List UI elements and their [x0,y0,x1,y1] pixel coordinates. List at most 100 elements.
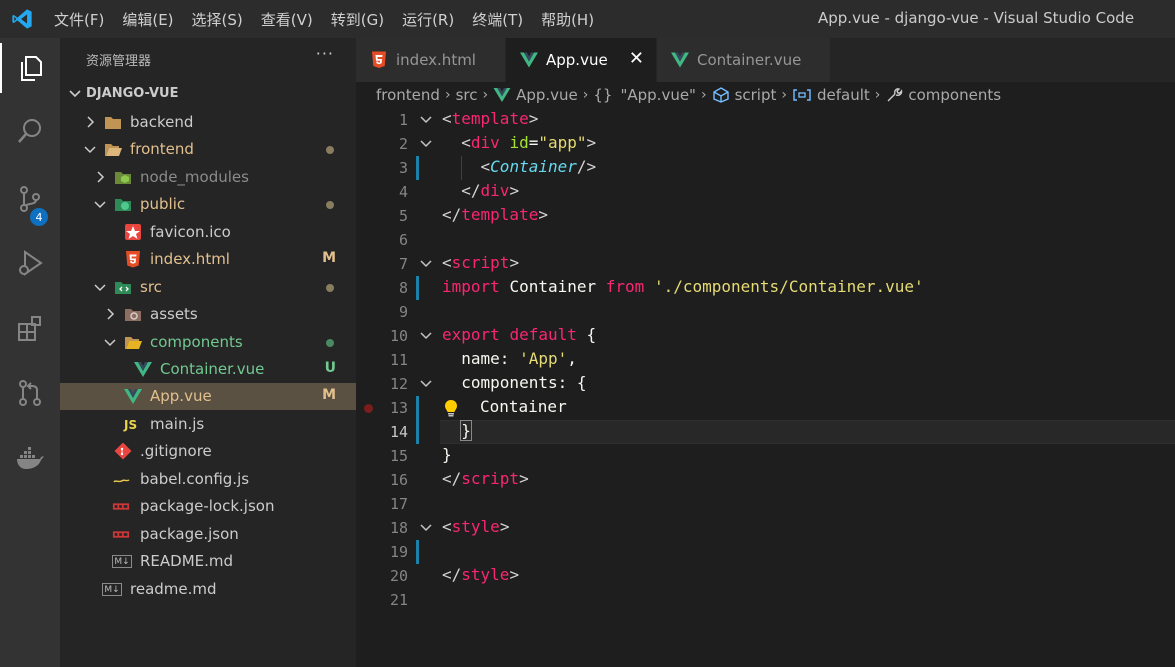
code-text: export default { [442,325,597,344]
tree-item-frontend[interactable]: frontend [60,136,356,163]
line-number: 11 [389,351,408,369]
html5-icon [126,251,140,268]
menu-edit[interactable]: 编辑(E) [112,9,181,30]
breadcrumb-src[interactable]: src [456,86,478,104]
breadcrumb-default[interactable]: default [817,86,870,104]
tree-item-favicon[interactable]: favicon.ico [60,219,356,246]
git-modified-gutter [416,540,419,564]
code-text: <div id="app"> [461,133,597,152]
tree-item-label: index.html [150,250,230,268]
fold-chevron-icon[interactable] [420,521,432,533]
tree-item-backend[interactable]: backend [60,109,356,136]
fold-chevron-icon[interactable] [420,329,432,341]
assets-folder-icon [125,309,141,321]
close-tab-button[interactable]: ✕ [629,48,644,69]
variable-icon [793,89,811,101]
tree-item-label: main.js [150,415,205,433]
line-number: 8 [398,279,408,297]
tab-index-html[interactable]: index.html [356,38,506,82]
chevron-down-icon [94,284,106,292]
fold-chevron-icon[interactable] [420,113,432,125]
tree-item-label: node_modules [140,168,249,186]
tree-item-assets[interactable]: assets [60,301,356,328]
menu-run[interactable]: 运行(R) [392,9,462,30]
tree-item-main-js[interactable]: JS main.js [60,411,356,438]
more-actions-button[interactable]: ··· [316,44,334,63]
editor-tabs: index.html App.vue ✕ Container.vue [356,38,1175,82]
code-text: </script> [442,469,529,488]
breadcrumb-components[interactable]: components [908,86,1001,104]
tree-item-package-lock[interactable]: package-lock.json [60,493,356,520]
tree-item-container-vue[interactable]: Container.vue U [60,356,356,383]
chevron-right-icon: › [700,87,707,103]
tree-item-readme-upper[interactable]: M↓ README.md [60,548,356,575]
tree-item-label: frontend [130,140,194,158]
line-number: 13 [389,399,408,417]
chevron-down-icon [94,201,106,209]
git-status-modified: M [322,250,336,266]
braces-icon: {} [593,86,613,104]
tab-container-vue[interactable]: Container.vue [657,38,831,82]
workspace-root[interactable]: DJANGO-VUE [60,84,356,106]
chevron-right-icon: › [874,87,881,103]
tree-item-package-json[interactable]: package.json [60,521,356,548]
tree-item-public[interactable]: public [60,191,356,218]
fold-chevron-icon[interactable] [420,137,432,149]
tree-item-node-modules[interactable]: node_modules [60,164,356,191]
tree-item-src[interactable]: src [60,274,356,301]
menu-file[interactable]: 文件(F) [44,9,112,30]
tree-item-label: assets [150,305,198,323]
code-line: 18 <style> [356,516,1175,540]
code-editor[interactable]: 1 <template> 2 <div id="app"> 3 <Contain… [356,108,1175,667]
search-button[interactable] [0,106,60,156]
menu-selection[interactable]: 选择(S) [182,9,251,30]
git-icon [114,443,132,460]
pull-requests-button[interactable] [0,368,60,418]
menu-terminal[interactable]: 终端(T) [462,9,531,30]
code-line: 15 } [356,444,1175,468]
tree-item-gitignore[interactable]: .gitignore [60,438,356,465]
workspace-root-label: DJANGO-VUE [86,86,179,101]
tree-item-components[interactable]: components [60,329,356,356]
tree-item-index-html[interactable]: index.html M [60,246,356,273]
tree-item-app-vue[interactable]: App.vue M [60,383,356,410]
extensions-icon [18,316,41,341]
extensions-button[interactable] [0,304,60,354]
explorer-sidebar: 资源管理器 ··· DJANGO-VUE backend frontend no… [60,38,356,667]
source-control-button[interactable]: 4 [0,174,60,226]
menu-view[interactable]: 查看(V) [251,9,321,30]
modified-dot [326,284,334,292]
breadcrumb-frontend[interactable]: frontend [376,86,440,104]
line-number: 12 [389,375,408,393]
git-modified-gutter [416,420,419,444]
docker-button[interactable] [0,434,60,484]
tree-item-babel-config[interactable]: babel.config.js [60,466,356,493]
fold-chevron-icon[interactable] [420,377,432,389]
vue-icon [493,87,511,103]
run-debug-button[interactable] [0,238,60,288]
lightbulb-icon[interactable] [443,399,459,417]
code-text: <style> [442,517,510,536]
chevron-down-icon [69,90,81,98]
tree-item-readme-lower[interactable]: M↓ readme.md [60,576,356,603]
menu-help[interactable]: 帮助(H) [531,9,602,30]
tab-app-vue[interactable]: App.vue ✕ [506,38,657,82]
code-text: } [460,420,472,441]
breadcrumb-script[interactable]: script [735,86,777,104]
code-text: <template> [442,109,539,128]
html5-icon [372,51,386,68]
breadcrumb-app-vue[interactable]: App.vue [516,86,578,104]
line-number: 5 [398,207,408,225]
code-line-current: 14 } [356,420,1175,444]
code-line: 7 <script> [356,252,1175,276]
code-line: 1 <template> [356,108,1175,132]
folder-icon [105,117,121,129]
breadcrumb-app-vue-module[interactable]: "App.vue" [620,86,695,104]
code-line: 17 [356,492,1175,516]
fold-chevron-icon[interactable] [420,257,432,269]
menu-go[interactable]: 转到(G) [321,9,392,30]
code-line: 4 </div> [356,180,1175,204]
tree-item-label: .gitignore [140,442,212,460]
line-number: 3 [398,159,408,177]
explorer-button[interactable] [0,43,60,93]
